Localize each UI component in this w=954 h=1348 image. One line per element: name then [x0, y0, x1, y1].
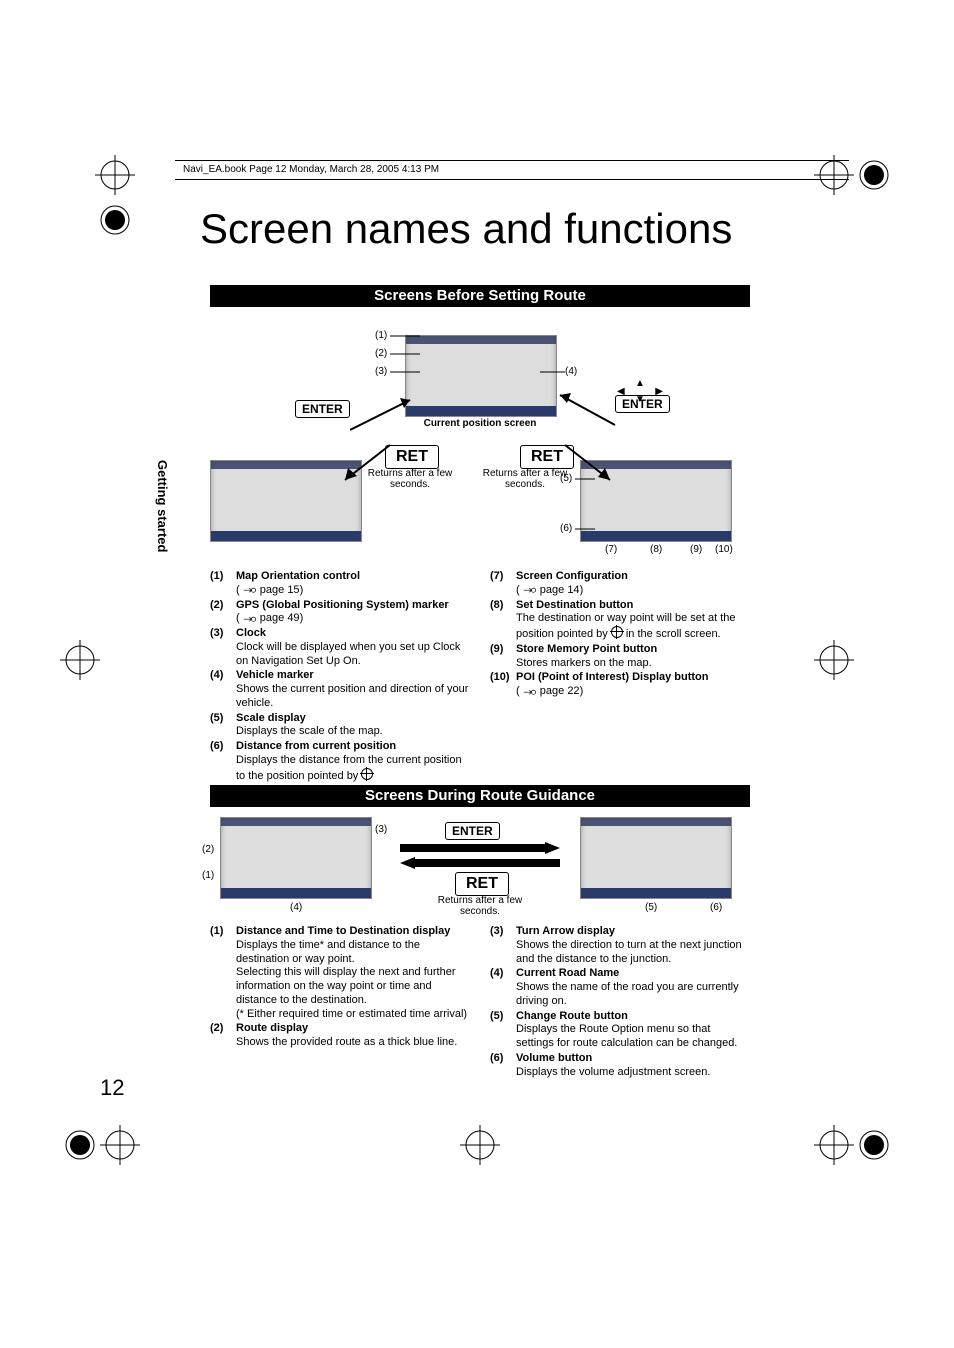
callout: (4)	[565, 366, 577, 377]
ret-key: RET	[455, 872, 509, 896]
list-item: (6)Distance from current positionDisplay…	[210, 740, 470, 783]
page: Navi_EA.book Page 12 Monday, March 28, 2…	[0, 0, 954, 1348]
list-item: (3)Turn Arrow displayShows the direction…	[490, 925, 750, 966]
callout: (6)	[560, 523, 572, 534]
running-header: Navi_EA.book Page 12 Monday, March 28, 2…	[175, 160, 849, 180]
enter-key: ENTER	[295, 400, 350, 418]
callout: (7)	[605, 544, 617, 555]
list-item: (9)Store Memory Point buttonStores marke…	[490, 643, 750, 671]
list-item: (8)Set Destination buttonThe destination…	[490, 599, 750, 642]
registration-mark	[854, 155, 894, 195]
returns-note: Returns after a few seconds.	[435, 895, 525, 917]
list-item: (1)Map Orientation control page 15	[210, 570, 470, 598]
enter-key: ENTER	[445, 822, 500, 840]
arrow-icon	[400, 857, 560, 869]
returns-note: Returns after a few seconds.	[480, 468, 570, 490]
list-item: (5)Change Route buttonDisplays the Route…	[490, 1010, 750, 1051]
registration-mark	[814, 640, 854, 680]
registration-mark	[95, 200, 135, 240]
callout: (6)	[710, 902, 722, 913]
callout: (2)	[375, 348, 387, 359]
side-tab: Getting started	[155, 460, 170, 552]
list-item: (4)Vehicle markerShows the current posit…	[210, 669, 470, 710]
joystick-icon: ▲◀ ▶▼	[605, 380, 675, 404]
callout: (1)	[375, 330, 387, 341]
callout: (5)	[645, 902, 657, 913]
registration-mark	[854, 1125, 894, 1165]
section1-list: (1)Map Orientation control page 15(2)GPS…	[210, 570, 750, 784]
arrow-icon	[400, 842, 560, 854]
arrow-icon	[340, 440, 400, 490]
callout: (10)	[715, 544, 733, 555]
section-heading-2: Screens During Route Guidance	[210, 785, 750, 807]
screenshot-center	[405, 335, 557, 417]
callout: (2)	[202, 844, 214, 855]
section-heading-1: Screens Before Setting Route	[210, 285, 750, 307]
screenshot-right2	[580, 817, 732, 899]
list-item: (7)Screen Configuration page 14	[490, 570, 750, 598]
callout: (3)	[375, 366, 387, 377]
callout: (4)	[290, 902, 302, 913]
registration-mark	[95, 155, 135, 195]
callout: (9)	[690, 544, 702, 555]
list-item: (1)Distance and Time to Destination disp…	[210, 925, 470, 1021]
diagram-1: Current position screen ENTER ENTER ▲◀ ▶…	[210, 310, 750, 560]
page-number: 12	[100, 1075, 124, 1101]
list-item: (2)Route displayShows the provided route…	[210, 1022, 470, 1050]
section2-list: (1)Distance and Time to Destination disp…	[210, 925, 750, 1080]
registration-mark	[814, 1125, 854, 1165]
list-item: (10)POI (Point of Interest) Display butt…	[490, 671, 750, 699]
diagram-2: ENTER RET Returns after a few seconds. (…	[210, 812, 750, 922]
arrow-icon	[350, 395, 420, 435]
callout: (5)	[560, 473, 572, 484]
callout: (8)	[650, 544, 662, 555]
registration-mark	[60, 1125, 100, 1165]
page-title: Screen names and functions	[200, 205, 732, 253]
callout: (3)	[375, 824, 387, 835]
list-item: (3)ClockClock will be displayed when you…	[210, 627, 470, 668]
list-item: (5)Scale displayDisplays the scale of th…	[210, 712, 470, 740]
registration-mark	[60, 640, 100, 680]
callout: (1)	[202, 870, 214, 881]
registration-mark	[100, 1125, 140, 1165]
list-item: (6)Volume buttonDisplays the volume adju…	[490, 1052, 750, 1080]
list-item: (2)GPS (Global Positioning System) marke…	[210, 599, 470, 627]
screenshot-left2	[220, 817, 372, 899]
list-item: (4)Current Road NameShows the name of th…	[490, 967, 750, 1008]
current-position-label: Current position screen	[410, 418, 550, 429]
registration-mark	[460, 1125, 500, 1165]
